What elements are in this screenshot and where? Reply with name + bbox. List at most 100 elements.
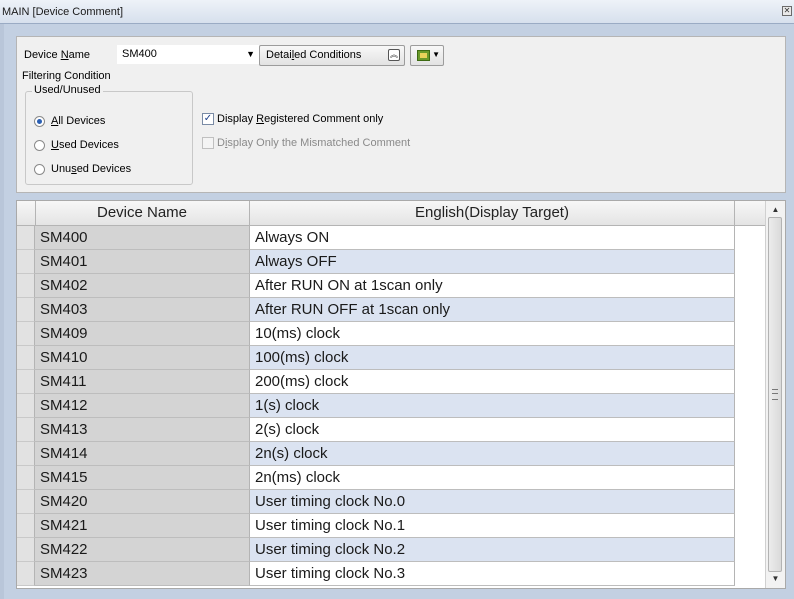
table-row[interactable]: SM420 User timing clock No.0 <box>17 490 735 514</box>
vertical-scrollbar[interactable]: ▲ ▼ <box>765 201 785 588</box>
display-registered-checkbox[interactable]: ✓ <box>202 113 214 125</box>
device-name-cell: SM411 <box>35 370 250 394</box>
display-mismatched-post: splay Only the Mismatched Comment <box>227 137 411 149</box>
table-row[interactable]: SM412 1(s) clock <box>17 394 735 418</box>
used-devices-key: U <box>51 139 59 151</box>
all-devices-label[interactable]: All Devices <box>51 115 105 127</box>
display-registered-pre: Display <box>217 113 257 125</box>
double-chevron-up-icon: ︽ <box>388 49 400 61</box>
device-name-value: SM400 <box>122 48 157 60</box>
device-name-label-key: N <box>60 49 69 61</box>
detailed-conditions-post: ed Conditions <box>294 49 362 61</box>
row-header[interactable] <box>17 466 35 490</box>
device-name-cell: SM400 <box>35 226 250 250</box>
table-row[interactable]: SM403 After RUN OFF at 1scan only <box>17 298 735 322</box>
row-header[interactable] <box>17 226 35 250</box>
row-header[interactable] <box>17 250 35 274</box>
row-header[interactable] <box>17 418 35 442</box>
table-row[interactable]: SM410 100(ms) clock <box>17 346 735 370</box>
table-row[interactable]: SM411 200(ms) clock <box>17 370 735 394</box>
comment-cell[interactable]: Always OFF <box>250 250 735 274</box>
display-registered-label[interactable]: Display Registered Comment only <box>217 113 383 125</box>
comment-cell[interactable]: User timing clock No.2 <box>250 538 735 562</box>
chevron-down-icon: ▼ <box>432 50 440 59</box>
device-name-label-post: ame <box>68 49 91 61</box>
comment-cell[interactable]: User timing clock No.1 <box>250 514 735 538</box>
row-header[interactable] <box>17 562 35 586</box>
window-title-bar: MAIN [Device Comment] ✕ <box>0 0 794 24</box>
column-header-comment[interactable]: English(Display Target) <box>250 201 735 225</box>
comment-cell[interactable]: User timing clock No.3 <box>250 562 735 586</box>
filter-panel: Device Name SM400 ▼ Detailed Conditions … <box>16 36 786 193</box>
filter-icon <box>417 50 430 61</box>
row-header[interactable] <box>17 490 35 514</box>
comment-cell[interactable]: 10(ms) clock <box>250 322 735 346</box>
table-row[interactable]: SM421 User timing clock No.1 <box>17 514 735 538</box>
chevron-down-icon[interactable]: ▼ <box>246 49 255 59</box>
device-comment-grid: Device Name English(Display Target) SM40… <box>16 200 786 589</box>
device-name-label-pre: Device <box>24 49 61 61</box>
scroll-up-icon[interactable]: ▲ <box>766 202 785 218</box>
unused-devices-label[interactable]: Unused Devices <box>51 163 131 175</box>
comment-cell[interactable]: 2(s) clock <box>250 418 735 442</box>
table-row[interactable]: SM423 User timing clock No.3 <box>17 562 735 586</box>
comment-cell[interactable]: User timing clock No.0 <box>250 490 735 514</box>
row-header[interactable] <box>17 322 35 346</box>
device-name-combo[interactable]: SM400 ▼ <box>117 45 259 64</box>
comment-cell[interactable]: 200(ms) clock <box>250 370 735 394</box>
device-name-cell: SM415 <box>35 466 250 490</box>
row-header[interactable] <box>17 346 35 370</box>
unused-devices-radio[interactable] <box>34 164 45 175</box>
table-row[interactable]: SM409 10(ms) clock <box>17 322 735 346</box>
detailed-conditions-pre: Detai <box>266 49 292 61</box>
table-row[interactable]: SM415 2n(ms) clock <box>17 466 735 490</box>
scroll-thumb[interactable] <box>768 217 782 572</box>
table-row[interactable]: SM422 User timing clock No.2 <box>17 538 735 562</box>
device-name-cell: SM422 <box>35 538 250 562</box>
display-mismatched-label[interactable]: Display Only the Mismatched Comment <box>217 137 410 149</box>
comment-cell[interactable]: 100(ms) clock <box>250 346 735 370</box>
detailed-conditions-label: Detailed Conditions <box>266 49 361 61</box>
comment-cell[interactable]: After RUN OFF at 1scan only <box>250 298 735 322</box>
table-row[interactable]: SM413 2(s) clock <box>17 418 735 442</box>
table-row[interactable]: SM400 Always ON <box>17 226 735 250</box>
device-name-cell: SM421 <box>35 514 250 538</box>
grip-icon <box>772 389 778 400</box>
detailed-conditions-button[interactable]: Detailed Conditions ︽ <box>259 45 405 66</box>
comment-cell[interactable]: After RUN ON at 1scan only <box>250 274 735 298</box>
grid-header: Device Name English(Display Target) <box>17 201 765 226</box>
row-header[interactable] <box>17 538 35 562</box>
row-header[interactable] <box>17 274 35 298</box>
row-header[interactable] <box>17 514 35 538</box>
device-name-label: Device Name <box>24 49 90 61</box>
header-corner <box>17 201 36 225</box>
comment-cell[interactable]: 2n(ms) clock <box>250 466 735 490</box>
used-unused-legend: Used/Unused <box>32 84 103 96</box>
window-title: MAIN [Device Comment] <box>2 6 124 18</box>
display-mismatched-pre: D <box>217 137 225 149</box>
column-header-device-name[interactable]: Device Name <box>35 201 250 225</box>
row-header[interactable] <box>17 298 35 322</box>
table-row[interactable]: SM402 After RUN ON at 1scan only <box>17 274 735 298</box>
device-name-cell: SM412 <box>35 394 250 418</box>
used-devices-label[interactable]: Used Devices <box>51 139 119 151</box>
filter-options-button[interactable]: ▼ <box>410 45 444 66</box>
comment-cell[interactable]: Always ON <box>250 226 735 250</box>
device-name-cell: SM420 <box>35 490 250 514</box>
close-icon[interactable]: ✕ <box>782 6 792 16</box>
comment-cell[interactable]: 2n(s) clock <box>250 442 735 466</box>
row-header[interactable] <box>17 394 35 418</box>
device-name-cell: SM409 <box>35 322 250 346</box>
device-name-cell: SM413 <box>35 418 250 442</box>
display-mismatched-checkbox[interactable] <box>202 137 214 149</box>
table-row[interactable]: SM401 Always OFF <box>17 250 735 274</box>
table-row[interactable]: SM414 2n(s) clock <box>17 442 735 466</box>
row-header[interactable] <box>17 370 35 394</box>
comment-cell[interactable]: 1(s) clock <box>250 394 735 418</box>
filtering-condition-title: Filtering Condition <box>22 70 111 82</box>
used-devices-radio[interactable] <box>34 140 45 151</box>
all-devices-radio[interactable] <box>34 116 45 127</box>
device-name-cell: SM423 <box>35 562 250 586</box>
scroll-down-icon[interactable]: ▼ <box>766 571 785 587</box>
row-header[interactable] <box>17 442 35 466</box>
